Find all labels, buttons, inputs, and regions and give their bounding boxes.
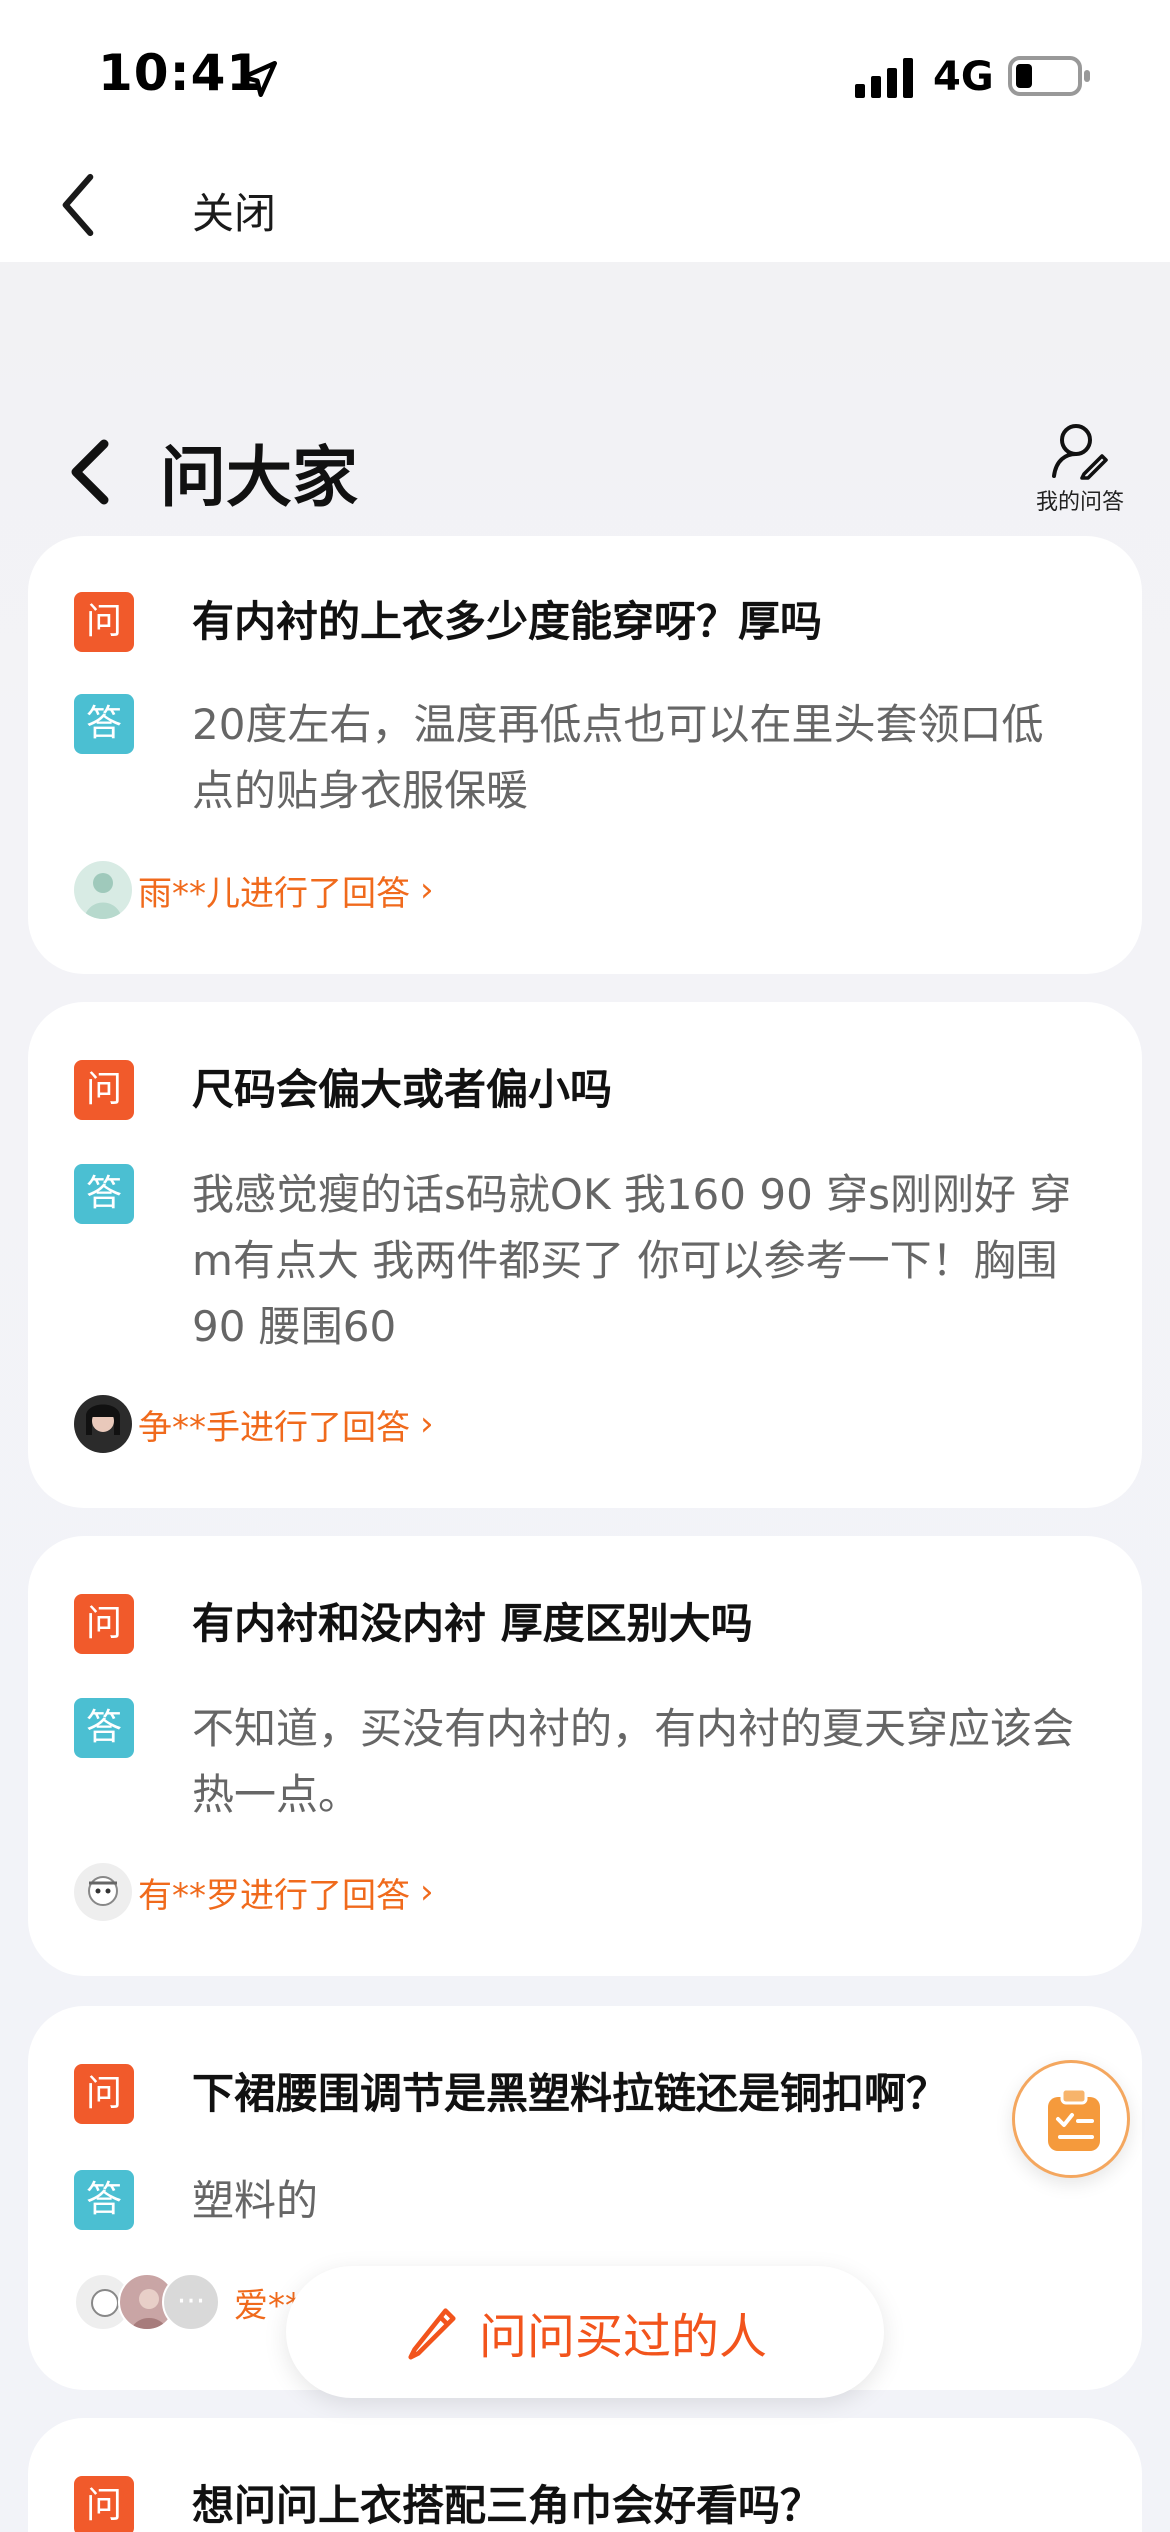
question-text: 尺码会偏大或者偏小吗 (192, 1065, 613, 1114)
pencil-icon (408, 2308, 456, 2360)
question-text: 下裙腰围调节是黑塑料拉链还是铜扣啊？ (192, 2069, 949, 2118)
chevron-right-icon: › (420, 1404, 434, 1444)
answerer-link[interactable]: 争**手进行了回答 › (74, 1394, 434, 1454)
status-bar: 10:41 4G (0, 0, 1170, 150)
question-row: 问 尺码会偏大或者偏小吗 (74, 1060, 1082, 1120)
back-chevron-icon[interactable] (48, 170, 108, 240)
question-text: 有内衬和没内衬 厚度区别大吗 (192, 1599, 753, 1648)
page-title: 问大家 (160, 439, 358, 516)
question-tag: 问 (74, 2476, 134, 2532)
avatar (74, 1863, 132, 1921)
ask-buyers-button[interactable]: 问问买过的人 (286, 2266, 884, 2398)
my-qa-label: 我的问答 (1035, 490, 1124, 515)
question-tag: 问 (74, 2064, 134, 2124)
answerer-text: 雨**儿进行了回答 (138, 873, 410, 914)
question-text: 有内衬的上衣多少度能穿呀？厚吗 (192, 597, 823, 646)
answer-tag: 答 (74, 1164, 134, 1224)
answer-tag: 答 (74, 1698, 134, 1758)
avatar (74, 1395, 132, 1453)
cellular-signal-icon (855, 58, 913, 98)
answer-row: 答 塑料的 (74, 2170, 1082, 2240)
ask-buyers-label: 问问买过的人 (478, 2309, 767, 2365)
answer-row: 答 我感觉瘦的话s码就OK 我160 90 穿s刚刚好 穿m有点大 我两件都买了… (74, 1164, 1082, 1364)
answerer-link[interactable]: ··· 爱** (74, 2272, 302, 2332)
chevron-right-icon: › (420, 1872, 434, 1912)
page-back-icon[interactable] (60, 432, 120, 512)
answer-text: 不知道，买没有内衬的，有内衬的夏天穿应该会热一点。 (192, 1704, 1075, 1819)
answerer-text: 争**手进行了回答 (138, 1407, 410, 1448)
answerer-link[interactable]: 有**罗进行了回答 › (74, 1862, 434, 1922)
answer-text: 我感觉瘦的话s码就OK 我160 90 穿s刚刚好 穿m有点大 我两件都买了 你… (192, 1170, 1072, 1351)
answer-row: 答 不知道，买没有内衬的，有内衬的夏天穿应该会热一点。 (74, 1698, 1082, 1838)
location-arrow-icon (240, 60, 278, 98)
answer-row: 答 20度左右，温度再低点也可以在里头套领口低点的贴身衣服保暖 (74, 694, 1082, 834)
question-row: 问 有内衬和没内衬 厚度区别大吗 (74, 1594, 1082, 1654)
question-row: 问 想问问上衣搭配三角巾会好看吗？ (74, 2476, 1082, 2532)
qa-card[interactable]: 问 尺码会偏大或者偏小吗 答 我感觉瘦的话s码就OK 我160 90 穿s刚刚好… (28, 1002, 1142, 1508)
battery-icon (1008, 56, 1090, 96)
network-type: 4G (933, 54, 994, 100)
question-tag: 问 (74, 1060, 134, 1120)
more-avatars-icon: ··· (162, 2273, 220, 2331)
question-tag: 问 (74, 592, 134, 652)
answerer-link[interactable]: 雨**儿进行了回答 › (74, 860, 434, 920)
question-text: 想问问上衣搭配三角巾会好看吗？ (192, 2481, 823, 2530)
question-tag: 问 (74, 1594, 134, 1654)
chevron-right-icon: › (420, 870, 434, 910)
avatar (74, 861, 132, 919)
qa-card[interactable]: 问 有内衬和没内衬 厚度区别大吗 答 不知道，买没有内衬的，有内衬的夏天穿应该会… (28, 1536, 1142, 1976)
answer-text: 塑料的 (192, 2176, 319, 2225)
answer-text: 20度左右，温度再低点也可以在里头套领口低点的贴身衣服保暖 (192, 700, 1044, 815)
floating-list-button[interactable] (1012, 2060, 1130, 2178)
top-nav-bar: 关闭 (0, 150, 1170, 262)
qa-card[interactable]: 问 有内衬的上衣多少度能穿呀？厚吗 答 20度左右，温度再低点也可以在里头套领口… (28, 536, 1142, 974)
answer-tag: 答 (74, 694, 134, 754)
answer-tag: 答 (74, 2170, 134, 2230)
qa-card[interactable]: 问 想问问上衣搭配三角巾会好看吗？ (28, 2418, 1142, 2532)
answerer-text: 有**罗进行了回答 (138, 1875, 410, 1916)
clipboard-check-icon (1048, 2087, 1100, 2151)
my-qa-button[interactable]: 我的问答 (1020, 420, 1140, 520)
user-edit-icon (1052, 424, 1108, 480)
question-row: 问 有内衬的上衣多少度能穿呀？厚吗 (74, 592, 1082, 652)
close-button[interactable]: 关闭 (192, 180, 276, 241)
question-row: 问 下裙腰围调节是黑塑料拉链还是铜扣啊？ (74, 2064, 1082, 2124)
